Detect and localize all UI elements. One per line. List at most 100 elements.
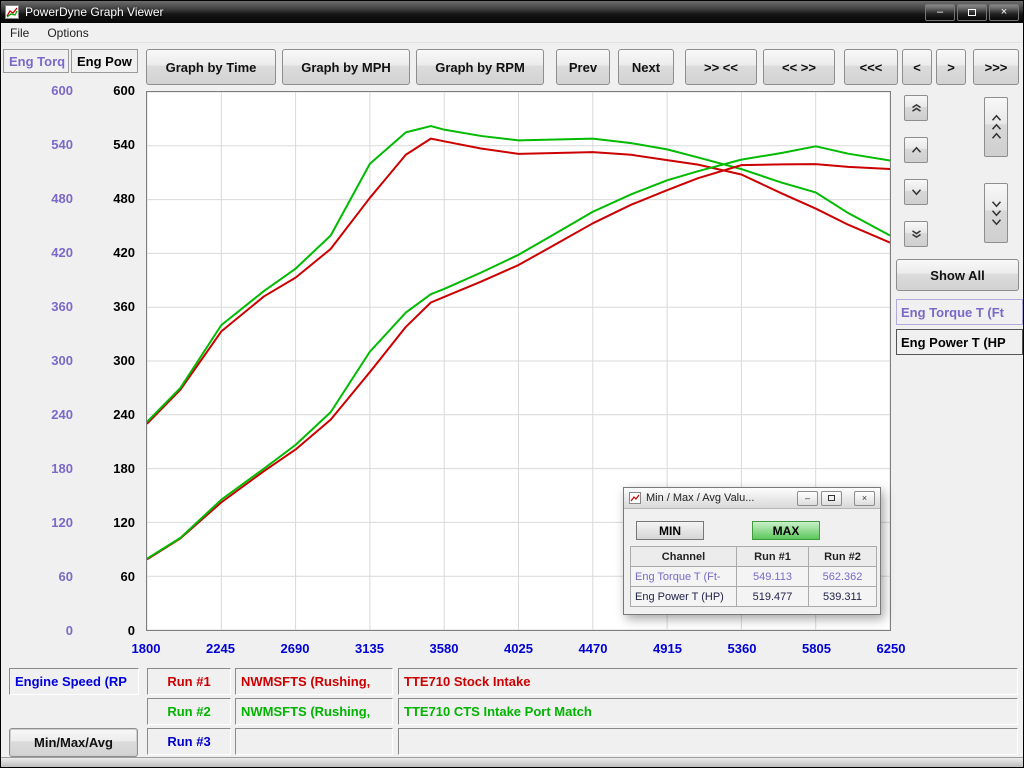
- minmax-col-run2[interactable]: Run #2: [809, 547, 877, 567]
- y-axis-tick-torque: 540: [19, 137, 73, 153]
- x-axis-tick: 3580: [430, 641, 459, 656]
- minmax-maximize-button[interactable]: [821, 491, 842, 506]
- show-all-button[interactable]: Show All: [896, 259, 1019, 291]
- chevron-down-icon: [990, 218, 1003, 226]
- left-axis-zoom-in-button[interactable]: [904, 95, 928, 121]
- minmax-titlebar[interactable]: Min / Max / Avg Valu... – ×: [624, 488, 880, 509]
- y-axis-tick-power: 240: [83, 407, 135, 423]
- legend-eng-torque[interactable]: Eng Torque T (Ft: [896, 299, 1023, 325]
- y-axis-tick-power: 360: [83, 299, 135, 315]
- power-max-run1: 519.477: [737, 587, 809, 607]
- graph-by-rpm-button[interactable]: Graph by RPM: [416, 49, 544, 85]
- run2-desc-box[interactable]: TTE710 CTS Intake Port Match: [398, 698, 1018, 725]
- pan-left-button[interactable]: <: [902, 49, 932, 85]
- left-axis-zoom-out-button[interactable]: [904, 221, 928, 247]
- channel-name: Eng Power T (HP): [631, 587, 737, 607]
- right-axis-scale-down-button[interactable]: [984, 183, 1008, 243]
- chevron-up-icon: [910, 146, 923, 154]
- run2-file-box[interactable]: NWMSFTS (Rushing,: [235, 698, 393, 725]
- y-axis-torque: 600540480420360300240180120600: [19, 83, 73, 639]
- window-resize-strip: [1, 757, 1023, 767]
- close-button[interactable]: ×: [989, 4, 1019, 21]
- maximize-button[interactable]: [957, 4, 987, 21]
- pan-right-button[interactable]: >: [936, 49, 966, 85]
- minmax-avg-button[interactable]: Min/Max/Avg: [9, 728, 138, 757]
- x-axis-tick: 4915: [653, 641, 682, 656]
- y-axis-tick-power: 0: [83, 623, 135, 639]
- left-axis-up-button[interactable]: [904, 137, 928, 163]
- right-axis-scale-up-button[interactable]: [984, 97, 1008, 157]
- x-axis-tick: 1800: [132, 641, 161, 656]
- pan-far-left-button[interactable]: <<<: [844, 49, 898, 85]
- y-axis-tick-torque: 600: [19, 83, 73, 99]
- tab-eng-torque[interactable]: Eng Torq: [3, 49, 69, 73]
- window-title: PowerDyne Graph Viewer: [25, 5, 923, 19]
- x-axis-tick: 5805: [802, 641, 831, 656]
- run1-desc-box[interactable]: TTE710 Stock Intake: [398, 668, 1018, 695]
- max-toggle-button[interactable]: MAX: [752, 521, 820, 540]
- minmax-col-run1[interactable]: Run #1: [737, 547, 809, 567]
- next-button[interactable]: Next: [618, 49, 674, 85]
- minimize-icon: –: [805, 493, 810, 503]
- graph-by-mph-button[interactable]: Graph by MPH: [282, 49, 410, 85]
- y-axis-tick-torque: 60: [19, 569, 73, 585]
- y-axis-tick-torque: 360: [19, 299, 73, 315]
- y-axis-tick-torque: 120: [19, 515, 73, 531]
- menubar: File Options: [1, 23, 1023, 43]
- y-axis-tick-power: 60: [83, 569, 135, 585]
- run3-file-box[interactable]: [235, 728, 393, 755]
- pan-far-right-button[interactable]: >>>: [973, 49, 1019, 85]
- maximize-icon: [968, 9, 976, 16]
- tab-eng-power[interactable]: Eng Pow: [71, 49, 138, 73]
- app-window: PowerDyne Graph Viewer – × File Options …: [0, 0, 1024, 768]
- zoom-out-x-button[interactable]: << >>: [763, 49, 835, 85]
- x-axis: 1800224526903135358040254470491553605805…: [146, 641, 891, 659]
- x-axis-tick: 4025: [504, 641, 533, 656]
- run1-label[interactable]: Run #1: [147, 668, 231, 695]
- zoom-in-x-button[interactable]: >> <<: [685, 49, 757, 85]
- y-axis-tick-torque: 420: [19, 245, 73, 261]
- minmax-col-channel[interactable]: Channel: [631, 547, 737, 567]
- minimize-icon: –: [937, 7, 943, 18]
- chevron-double-down-icon: [910, 230, 923, 238]
- minmax-close-button[interactable]: ×: [854, 491, 875, 506]
- minmax-minimize-button[interactable]: –: [797, 491, 818, 506]
- power-max-run2: 539.311: [809, 587, 877, 607]
- run1-file-box[interactable]: NWMSFTS (Rushing,: [235, 668, 393, 695]
- prev-button[interactable]: Prev: [556, 49, 610, 85]
- x-axis-tick: 5360: [728, 641, 757, 656]
- chevron-down-icon: [910, 188, 923, 196]
- x-axis-tick: 6250: [877, 641, 906, 656]
- chevron-up-icon: [990, 132, 1003, 140]
- x-channel-box[interactable]: Engine Speed (RP: [9, 668, 139, 695]
- y-axis-tick-torque: 240: [19, 407, 73, 423]
- y-axis-tick-power: 600: [83, 83, 135, 99]
- chevron-up-icon: [990, 123, 1003, 131]
- close-icon: ×: [1001, 7, 1007, 18]
- minmax-window: Min / Max / Avg Valu... – × MIN MAX Chan…: [623, 487, 881, 615]
- run3-label[interactable]: Run #3: [147, 728, 231, 755]
- run2-label[interactable]: Run #2: [147, 698, 231, 725]
- torque-max-run2: 562.362: [809, 567, 877, 587]
- run3-desc-box[interactable]: [398, 728, 1018, 755]
- menu-options[interactable]: Options: [38, 24, 97, 42]
- menu-file[interactable]: File: [1, 24, 38, 42]
- y-axis-tick-power: 300: [83, 353, 135, 369]
- left-axis-down-button[interactable]: [904, 179, 928, 205]
- y-axis-tick-torque: 180: [19, 461, 73, 477]
- graph-by-time-button[interactable]: Graph by Time: [146, 49, 276, 85]
- titlebar[interactable]: PowerDyne Graph Viewer – ×: [1, 1, 1023, 23]
- legend-eng-power[interactable]: Eng Power T (HP: [896, 329, 1023, 355]
- y-axis-tick-power: 120: [83, 515, 135, 531]
- min-toggle-button[interactable]: MIN: [636, 521, 704, 540]
- close-icon: ×: [862, 493, 867, 503]
- torque-max-run1: 549.113: [737, 567, 809, 587]
- minmax-window-title: Min / Max / Avg Valu...: [646, 492, 794, 504]
- maximize-icon: [828, 495, 835, 501]
- y-axis-tick-power: 540: [83, 137, 135, 153]
- chevron-double-up-icon: [910, 104, 923, 112]
- app-icon: [5, 5, 19, 19]
- minimize-button[interactable]: –: [925, 4, 955, 21]
- chevron-down-icon: [990, 209, 1003, 217]
- channel-name: Eng Torque T (Ft-: [631, 567, 737, 587]
